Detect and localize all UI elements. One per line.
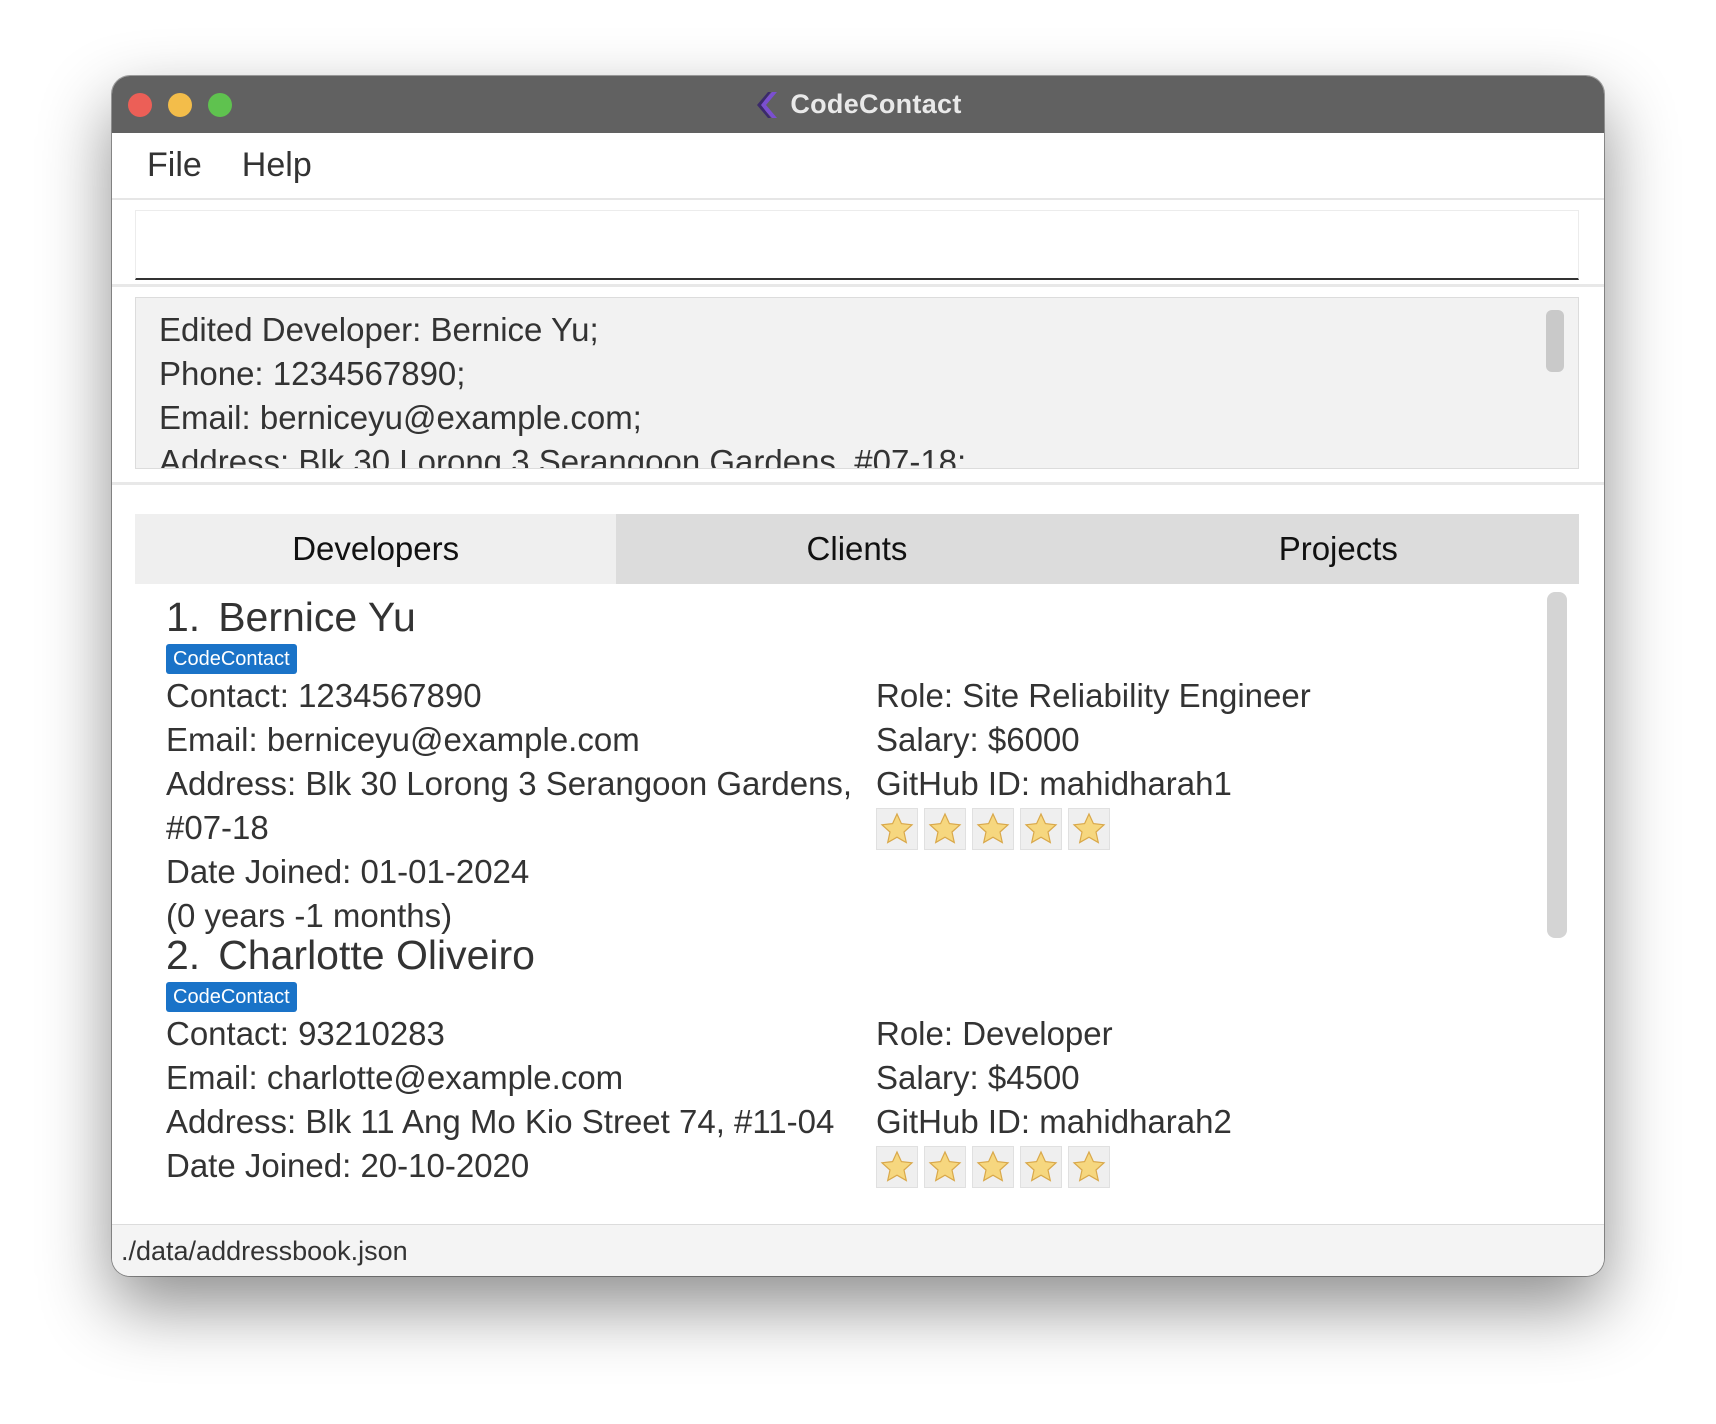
developer-details-right: Role: Site Reliability Engineer Salary: …: [876, 674, 1476, 938]
result-display[interactable]: Edited Developer: Bernice Yu; Phone: 123…: [135, 297, 1579, 469]
developer-rating: [876, 808, 1476, 850]
window-title: CodeContact: [790, 89, 962, 119]
star-icon: [972, 808, 1014, 850]
developer-email: Email: charlotte@example.com: [166, 1059, 624, 1096]
status-bar: ./data/addressbook.json: [112, 1224, 1604, 1276]
star-icon: [876, 808, 918, 850]
developer-details-right: Role: Developer Salary: $4500 GitHub ID:…: [876, 1012, 1476, 1188]
tab-clients[interactable]: Clients: [616, 514, 1097, 584]
developer-address-cont: #07-18: [166, 809, 269, 846]
star-icon: [924, 808, 966, 850]
menu-help[interactable]: Help: [202, 146, 312, 185]
developer-github: GitHub ID: mahidharah1: [876, 765, 1232, 802]
developer-tag: CodeContact: [166, 644, 297, 674]
developer-date-joined: Date Joined: 20-10-2020: [166, 1147, 530, 1184]
title-bar[interactable]: CodeContact: [112, 76, 1604, 133]
codecontact-logo-icon: [757, 91, 778, 118]
tab-bar: Developers Clients Projects: [135, 514, 1579, 584]
developer-index: 2.: [166, 932, 201, 978]
star-icon: [1020, 808, 1062, 850]
star-icon: [1020, 1146, 1062, 1188]
menu-bar: File Help: [112, 133, 1604, 200]
developer-contact: Contact: 93210283: [166, 1015, 445, 1052]
developer-tag: CodeContact: [166, 982, 297, 1012]
result-line: Edited Developer: Bernice Yu;: [159, 311, 599, 348]
developer-email: Email: berniceyu@example.com: [166, 721, 640, 758]
star-icon: [1068, 808, 1110, 850]
developer-address: Address: Blk 30 Lorong 3 Serangoon Garde…: [166, 765, 853, 802]
developer-details-left: Contact: 93210283 Email: charlotte@examp…: [166, 1012, 876, 1188]
developer-list-scrollbar[interactable]: [1547, 592, 1567, 938]
developer-salary: Salary: $6000: [876, 721, 1080, 758]
star-icon: [876, 1146, 918, 1188]
star-icon: [924, 1146, 966, 1188]
developer-address: Address: Blk 11 Ang Mo Kio Street 74, #1…: [166, 1103, 835, 1140]
developer-name: Bernice Yu: [218, 594, 416, 640]
developer-contact: Contact: 1234567890: [166, 677, 482, 714]
save-location: ./data/addressbook.json: [121, 1235, 408, 1266]
title-wrap: CodeContact: [112, 76, 1604, 133]
developer-index: 1.: [166, 594, 201, 640]
developer-name: Charlotte Oliveiro: [218, 932, 535, 978]
result-display-area: Edited Developer: Bernice Yu; Phone: 123…: [112, 287, 1604, 485]
result-lines: Edited Developer: Bernice Yu; Phone: 123…: [136, 298, 1578, 469]
developer-date-joined: Date Joined: 01-01-2024: [166, 853, 530, 890]
developer-title: 2. Charlotte Oliveiro: [166, 930, 1546, 980]
developer-details-left: Contact: 1234567890 Email: berniceyu@exa…: [166, 674, 876, 938]
tab-developers[interactable]: Developers: [135, 514, 617, 584]
result-line: Phone: 1234567890;: [159, 355, 466, 392]
developer-card[interactable]: 2. Charlotte Oliveiro CodeContact Contact…: [166, 930, 1546, 1188]
app-window: CodeContact File Help Edited Developer: …: [112, 76, 1604, 1276]
command-input[interactable]: [135, 210, 1579, 280]
developer-details: Contact: 1234567890 Email: berniceyu@exa…: [166, 674, 1546, 938]
menu-file[interactable]: File: [112, 146, 202, 185]
developer-rating: [876, 1146, 1476, 1188]
developer-card[interactable]: 1. Bernice Yu CodeContact Contact: 123456…: [166, 592, 1546, 938]
result-line: Email: berniceyu@example.com;: [159, 399, 642, 436]
result-line: Address: Blk 30 Lorong 3 Serangoon Garde…: [159, 443, 967, 469]
developer-role: Role: Developer: [876, 1015, 1113, 1052]
developer-salary: Salary: $4500: [876, 1059, 1080, 1096]
developer-role: Role: Site Reliability Engineer: [876, 677, 1311, 714]
star-icon: [1068, 1146, 1110, 1188]
result-scrollbar[interactable]: [1546, 310, 1564, 372]
developer-list[interactable]: 1. Bernice Yu CodeContact Contact: 123456…: [135, 584, 1579, 1194]
tab-projects[interactable]: Projects: [1098, 514, 1579, 584]
command-box-area: [112, 200, 1604, 287]
developer-title: 1. Bernice Yu: [166, 592, 1546, 642]
star-icon: [972, 1146, 1014, 1188]
developer-details: Contact: 93210283 Email: charlotte@examp…: [166, 1012, 1546, 1188]
developer-github: GitHub ID: mahidharah2: [876, 1103, 1232, 1140]
